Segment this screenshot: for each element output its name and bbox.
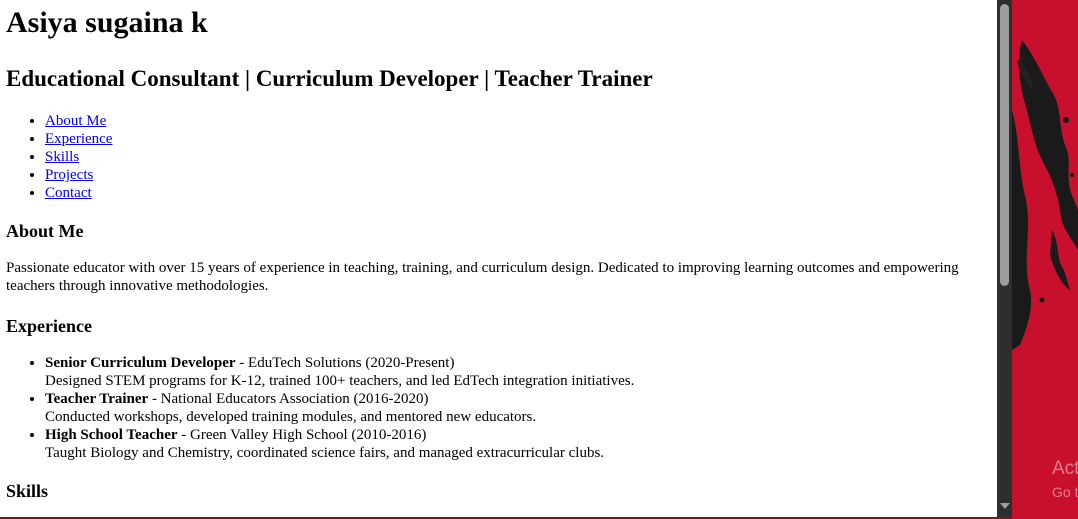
nav-item: Experience xyxy=(45,130,984,148)
activation-watermark-subtitle: Go t xyxy=(1052,484,1078,500)
scrollbar-thumb[interactable] xyxy=(1000,4,1009,286)
ink-splatter-icon xyxy=(1012,40,1078,350)
experience-heading: Experience xyxy=(6,316,92,336)
about-heading: About Me xyxy=(6,221,84,241)
about-text: Passionate educator with over 15 years o… xyxy=(6,260,959,294)
nav-link-skills[interactable]: Skills xyxy=(45,149,79,165)
experience-title: High School Teacher xyxy=(45,427,178,443)
experience-desc: Conducted workshops, developed training … xyxy=(45,409,537,425)
desktop-background: Act Go t xyxy=(1012,0,1078,519)
page-title: Asiya sugaina k xyxy=(6,6,208,39)
activation-watermark-title: Act xyxy=(1052,458,1078,479)
experience-org: - EduTech Solutions (2020-Present) xyxy=(235,355,455,371)
experience-title: Senior Curriculum Developer xyxy=(45,355,236,371)
page-content: Asiya sugaina k Educational Consultant |… xyxy=(0,0,990,502)
nav-link-projects[interactable]: Projects xyxy=(45,167,93,183)
nav-link-about[interactable]: About Me xyxy=(45,113,106,129)
experience-item: Senior Curriculum Developer - EduTech So… xyxy=(45,354,984,390)
nav-item: Contact xyxy=(45,184,984,202)
scroll-down-arrow-icon[interactable] xyxy=(1000,503,1010,509)
page-tagline: Educational Consultant | Curriculum Deve… xyxy=(6,66,653,91)
experience-desc: Taught Biology and Chemistry, coordinate… xyxy=(45,445,605,461)
nav-item: Skills xyxy=(45,148,984,166)
experience-list: Senior Curriculum Developer - EduTech So… xyxy=(6,354,984,462)
experience-title: Teacher Trainer xyxy=(45,391,149,407)
experience-item: Teacher Trainer - National Educators Ass… xyxy=(45,390,984,426)
vertical-scrollbar[interactable] xyxy=(997,0,1012,517)
experience-org: - National Educators Association (2016-2… xyxy=(148,391,429,407)
nav-link-contact[interactable]: Contact xyxy=(45,185,92,201)
nav-item: About Me xyxy=(45,112,984,130)
skills-heading: Skills xyxy=(6,481,49,501)
nav-list: About Me Experience Skills Projects Cont… xyxy=(6,112,984,202)
experience-desc: Designed STEM programs for K-12, trained… xyxy=(45,373,635,389)
experience-item: High School Teacher - Green Valley High … xyxy=(45,426,984,462)
nav-link-experience[interactable]: Experience xyxy=(45,131,112,147)
nav-item: Projects xyxy=(45,166,984,184)
experience-org: - Green Valley High School (2010-2016) xyxy=(177,427,427,443)
browser-viewport: Asiya sugaina k Educational Consultant |… xyxy=(0,0,997,517)
